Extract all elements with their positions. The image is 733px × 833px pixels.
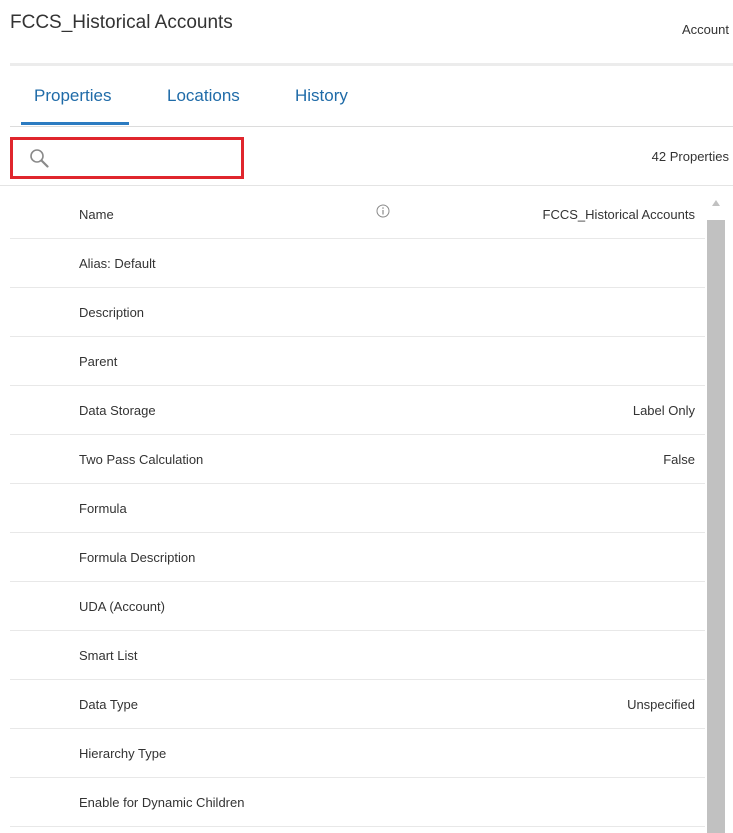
tab-history[interactable]: History (295, 86, 348, 106)
info-icon[interactable] (376, 204, 390, 218)
property-value: Label Only (632, 403, 695, 418)
object-type-label: Account (682, 22, 729, 37)
property-label: Two Pass Calculation (79, 452, 204, 467)
search-icon (30, 149, 49, 168)
property-label: Parent (79, 354, 118, 369)
panel-header: FCCS_Historical Accounts Account (0, 0, 733, 60)
search-input[interactable] (61, 144, 241, 174)
property-label: Smart List (79, 648, 138, 663)
property-label: Enable for Dynamic Children (79, 795, 245, 810)
property-value: FCCS_Historical Accounts (542, 207, 695, 222)
property-row-formula-description[interactable]: Formula Description (10, 533, 705, 582)
property-row-two-pass-calculation[interactable]: Two Pass Calculation False (10, 435, 705, 484)
property-label: Name (79, 207, 114, 222)
property-row-uda-account[interactable]: UDA (Account) (10, 582, 705, 631)
property-row-enable-for-dynamic-children[interactable]: Enable for Dynamic Children (10, 778, 705, 827)
property-row-data-type[interactable]: Data Type Unspecified (10, 680, 705, 729)
tab-locations[interactable]: Locations (167, 86, 240, 106)
page-title: FCCS_Historical Accounts (10, 12, 233, 33)
property-row-name[interactable]: Name FCCS_Historical Accounts (10, 190, 705, 239)
property-row-data-storage[interactable]: Data Storage Label Only (10, 386, 705, 435)
property-label: Data Type (79, 697, 139, 712)
tab-properties[interactable]: Properties (20, 86, 131, 125)
property-row-formula[interactable]: Formula (10, 484, 705, 533)
property-label: Formula (79, 501, 127, 516)
property-list: Name FCCS_Historical Accounts Alias: Def… (0, 190, 705, 827)
property-row-parent[interactable]: Parent (10, 337, 705, 386)
property-row-description[interactable]: Description (10, 288, 705, 337)
property-label: Hierarchy Type (79, 746, 167, 761)
chevron-up-icon[interactable] (711, 198, 721, 208)
property-value: Unspecified (627, 697, 695, 712)
property-count: 42 Properties (651, 149, 729, 164)
scrollbar-thumb[interactable] (707, 220, 725, 833)
property-row-smart-list[interactable]: Smart List (10, 631, 705, 680)
property-label: Data Storage (79, 403, 156, 418)
property-label: Alias: Default (79, 256, 156, 271)
property-row-hierarchy-type[interactable]: Hierarchy Type (10, 729, 705, 778)
search-row: 42 Properties (0, 127, 733, 186)
search-field[interactable] (10, 137, 244, 179)
property-label: Formula Description (79, 550, 196, 565)
property-value: False (663, 452, 695, 467)
property-label: UDA (Account) (79, 599, 165, 614)
property-label: Description (79, 305, 145, 320)
property-row-alias-default[interactable]: Alias: Default (10, 239, 705, 288)
scrollbar[interactable] (707, 190, 725, 833)
tab-bar: Properties Locations History (10, 66, 733, 127)
